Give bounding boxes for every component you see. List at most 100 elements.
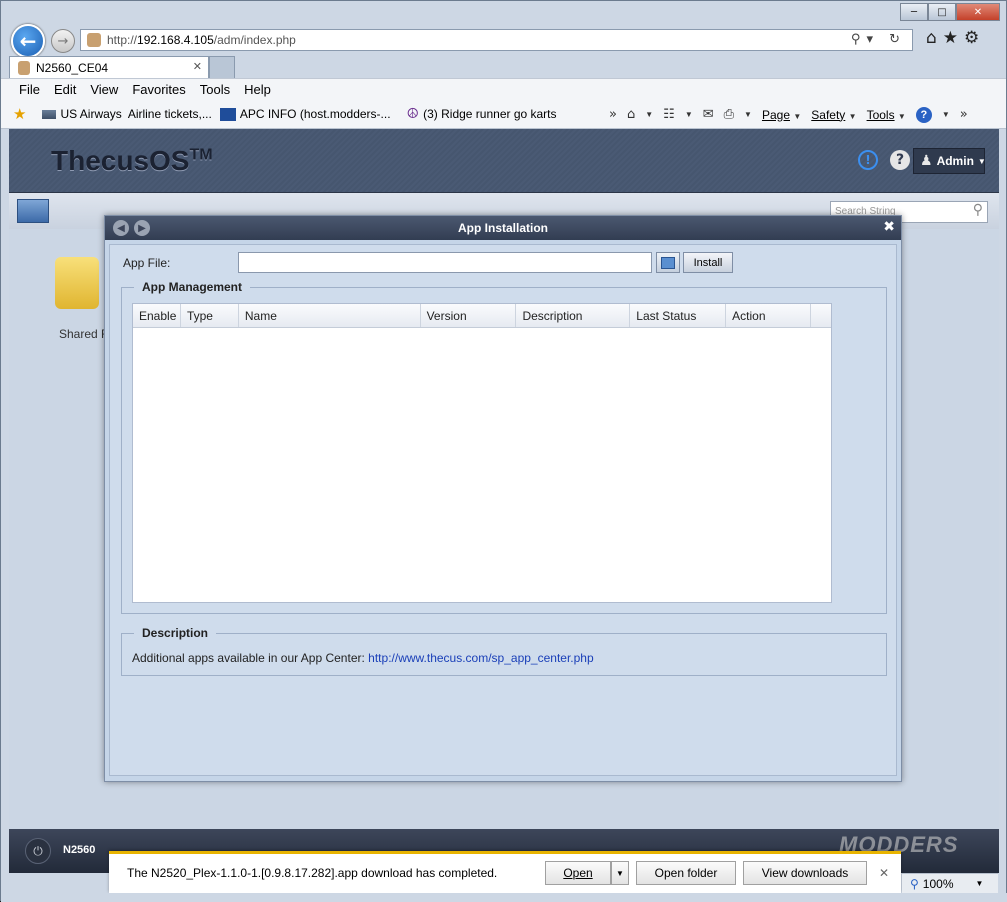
browser-toolbar-icons[interactable]: ⌂★⚙	[926, 28, 985, 48]
home-icon[interactable]: ⌂	[627, 107, 635, 122]
chevron-overflow-icon[interactable]: »	[960, 107, 968, 122]
power-icon[interactable]: ⏻	[25, 838, 51, 864]
address-bar[interactable]: http://192.168.4.105/adm/index.php ⚲▾ ↻	[80, 29, 913, 51]
user-icon: ♟	[920, 153, 933, 169]
info-icon[interactable]: !	[858, 150, 878, 170]
print-icon[interactable]: ⎙	[724, 107, 734, 122]
download-notification-bar: The N2520_Plex-1.1.0-1.[0.9.8.17.282].ap…	[109, 851, 901, 893]
url-scheme: http://	[107, 33, 138, 47]
navigation-row: ← → http://192.168.4.105/adm/index.php ⚲…	[1, 21, 1006, 58]
back-button[interactable]: ←	[11, 24, 45, 58]
chevron-down-icon[interactable]: ▼	[645, 110, 653, 119]
close-window-icon[interactable]: ✕	[956, 3, 1000, 21]
favorite-item[interactable]: ☮ (3) Ridge runner go karts	[407, 106, 557, 122]
favorite-item[interactable]: Airline tickets,...	[128, 107, 212, 121]
app-center-link[interactable]: http://www.thecus.com/sp_app_center.php	[368, 651, 593, 665]
control-panel-icon[interactable]	[17, 199, 49, 223]
page-menu[interactable]: Page ▼	[762, 108, 801, 122]
tab-favicon-icon	[18, 60, 30, 75]
url-path: /adm/index.php	[213, 33, 296, 47]
chevron-overflow-icon[interactable]: »	[609, 107, 617, 122]
tab-close-icon[interactable]: ✕	[193, 60, 202, 73]
minimize-icon[interactable]: ─	[900, 3, 928, 21]
settings-gear-icon[interactable]: ⚙	[964, 28, 985, 48]
zoom-icon: ⚲	[910, 876, 919, 891]
home-icon[interactable]: ⌂	[926, 28, 943, 48]
table-header: Enable Type Name Version Description Las…	[133, 304, 831, 328]
thecus-logo: ThecusOSTM	[51, 145, 213, 176]
dialog-body: App File: Install App Management Enable …	[109, 244, 897, 776]
help-icon[interactable]: ?	[915, 106, 932, 123]
app-management-group: App Management Enable Type Name Version …	[121, 280, 887, 614]
column-header-spacer	[811, 304, 831, 327]
rss-feed-icon[interactable]: ☷	[663, 107, 675, 122]
favorites-bar: ★ US Airways Airline tickets,... APC INF…	[1, 100, 1006, 129]
dialog-back-icon[interactable]: ◀	[113, 220, 129, 236]
device-label: N2560	[63, 844, 96, 856]
app-file-input[interactable]	[238, 252, 652, 273]
app-management-table: Enable Type Name Version Description Las…	[132, 303, 832, 603]
help-icon[interactable]: ?	[890, 150, 910, 170]
mail-icon[interactable]: ✉	[703, 107, 714, 122]
column-header-version[interactable]: Version	[421, 304, 517, 327]
favorite-item[interactable]: APC INFO (host.modders-...	[219, 107, 391, 121]
column-header-description[interactable]: Description	[516, 304, 631, 327]
browse-file-icon	[661, 256, 675, 269]
column-header-type[interactable]: Type	[181, 304, 239, 327]
column-header-enable[interactable]: Enable	[133, 304, 181, 327]
open-folder-button[interactable]: Open folder	[636, 861, 736, 885]
browser-window: ─ □ ✕ ← → http://192.168.4.105/adm/index…	[0, 0, 1007, 902]
os-header: ThecusOSTM ! ? ♟ Admin ▼	[9, 129, 999, 193]
desktop-icon-label: Shared F	[59, 327, 109, 341]
view-downloads-button[interactable]: View downloads	[743, 861, 867, 885]
app-management-legend: App Management	[134, 280, 251, 294]
page-icon	[42, 109, 57, 119]
menu-help[interactable]: Help	[244, 82, 271, 97]
tab-active[interactable]: N2560_CE04 ✕	[9, 56, 209, 78]
menu-edit[interactable]: Edit	[54, 82, 76, 97]
new-tab-button[interactable]	[209, 56, 235, 78]
menu-tools[interactable]: Tools	[200, 82, 230, 97]
description-legend: Description	[134, 626, 217, 640]
chevron-down-icon: ▼	[977, 156, 986, 166]
favorite-item[interactable]: US Airways	[42, 107, 122, 121]
column-header-name[interactable]: Name	[239, 304, 421, 327]
menu-view[interactable]: View	[90, 82, 118, 97]
column-header-last-status[interactable]: Last Status	[630, 304, 727, 327]
dialog-forward-icon[interactable]: ▶	[134, 220, 150, 236]
close-icon[interactable]: ✖	[883, 219, 895, 235]
menu-file[interactable]: File	[19, 82, 40, 97]
safety-menu[interactable]: Safety ▼	[811, 108, 856, 122]
maximize-icon[interactable]: □	[928, 3, 956, 21]
favorites-star-icon[interactable]: ★	[943, 28, 964, 48]
tab-row: N2560_CE04 ✕	[1, 56, 1006, 78]
forward-button[interactable]: →	[51, 29, 75, 53]
mi-icon	[219, 107, 236, 121]
shared-folder-icon[interactable]	[55, 257, 103, 317]
search-refresh-icons[interactable]: ⚲▾ ↻	[851, 32, 906, 47]
description-group: Description Additional apps available in…	[121, 626, 887, 676]
url-host: 192.168.4.105	[137, 33, 214, 47]
tools-menu[interactable]: Tools ▼	[867, 108, 906, 122]
chevron-down-icon[interactable]: ▼	[685, 110, 693, 119]
open-button[interactable]: Open	[545, 861, 611, 885]
dialog-title: ◀ ▶ App Installation ✖	[105, 216, 901, 240]
folder-icon	[55, 257, 99, 309]
chevron-down-icon: ▼	[616, 868, 624, 878]
column-header-action[interactable]: Action	[726, 304, 812, 327]
admin-menu-button[interactable]: ♟ Admin ▼	[913, 148, 986, 174]
menu-favorites[interactable]: Favorites	[132, 82, 185, 97]
chevron-down-icon[interactable]: ▼	[744, 110, 752, 119]
add-favorite-star-icon[interactable]: ★	[13, 105, 26, 123]
search-icon[interactable]: ⚲	[973, 202, 983, 218]
install-button[interactable]: Install	[683, 252, 733, 273]
tab-title: N2560_CE04	[36, 60, 109, 75]
chevron-down-icon[interactable]: ▼	[942, 110, 950, 119]
command-bar: » ⌂ ▼ ☷ ▼ ✉ ⎙ ▼ Page ▼ Safety ▼ Tools ▼ ? ▼ …	[609, 100, 968, 129]
close-icon[interactable]: ✕	[879, 866, 889, 880]
open-options-button[interactable]: ▼	[611, 861, 629, 885]
browse-button[interactable]	[656, 252, 680, 273]
description-text: Additional apps available in our App Cen…	[132, 651, 594, 665]
chevron-down-icon: ▼	[975, 879, 984, 888]
zoom-control[interactable]: ⚲ 100% ▼	[902, 873, 998, 893]
